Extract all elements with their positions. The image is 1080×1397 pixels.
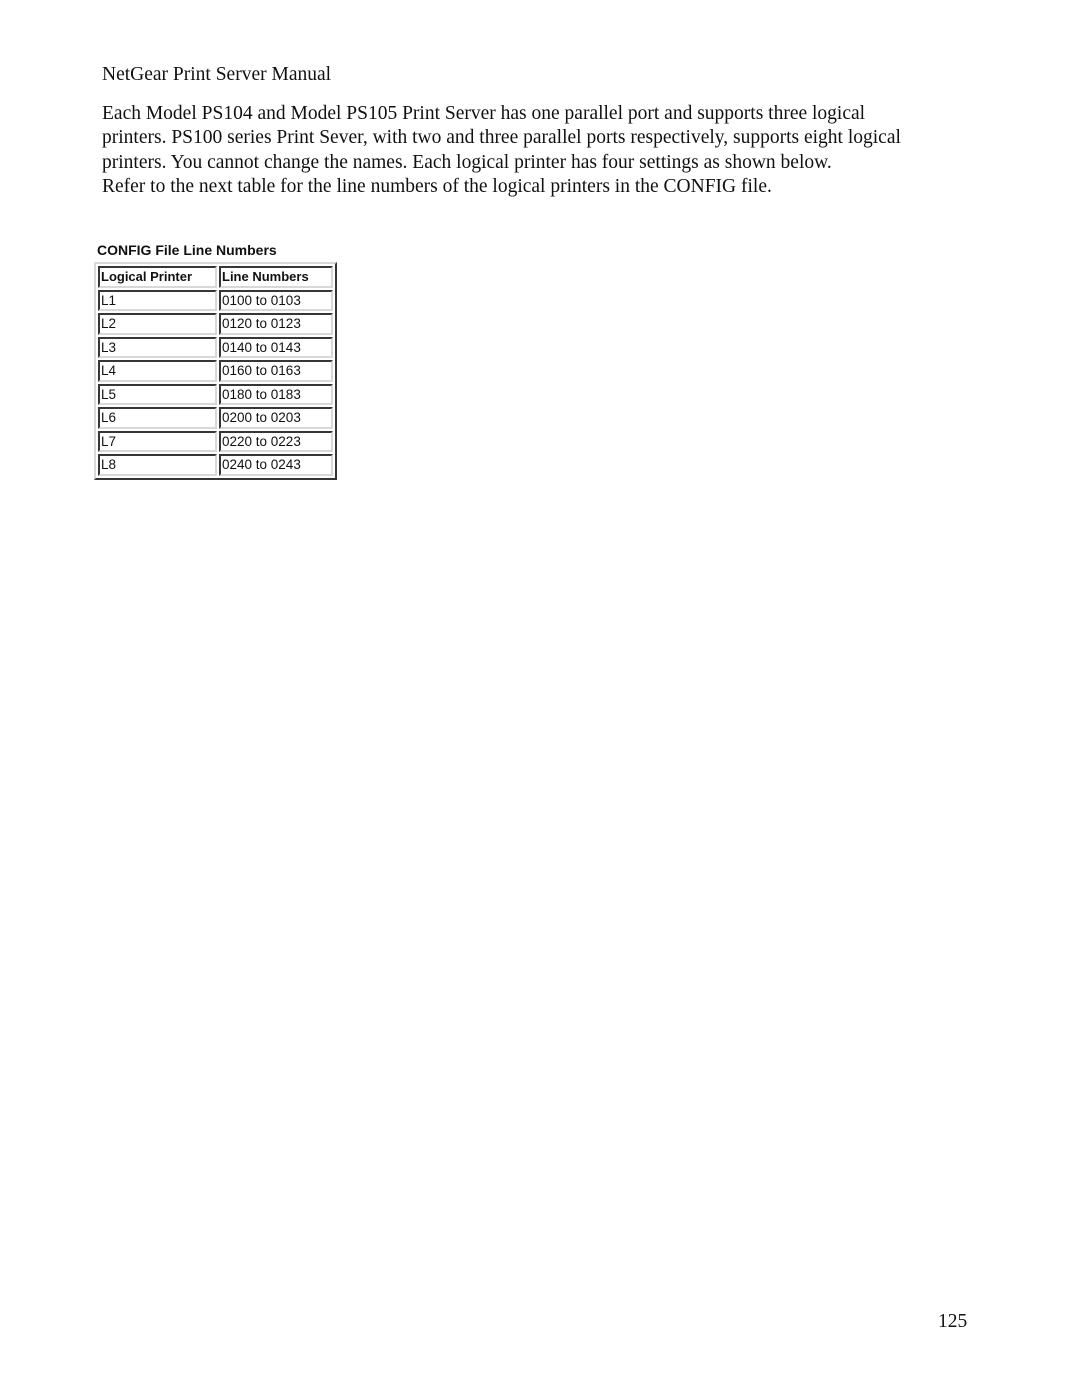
logical-printer-cell: L8 xyxy=(98,454,217,476)
table-header-row: Logical Printer Line Numbers xyxy=(98,266,333,288)
table-row: L4 0160 to 0163 xyxy=(98,360,333,382)
logical-printer-cell: L6 xyxy=(98,407,217,429)
line-numbers-cell: 0240 to 0243 xyxy=(219,454,333,476)
paragraph-line: Each Model PS104 and Model PS105 Print S… xyxy=(102,103,866,124)
line-numbers-cell: 0180 to 0183 xyxy=(219,383,333,405)
table-row: L1 0100 to 0103 xyxy=(98,289,333,311)
paragraph-line: Refer to the next table for the line num… xyxy=(102,175,772,197)
line-numbers-cell: 0100 to 0103 xyxy=(219,289,333,311)
logical-printer-cell: L4 xyxy=(98,360,217,382)
column-header-line-numbers: Line Numbers xyxy=(219,266,333,288)
table-row: L3 0140 to 0143 xyxy=(98,336,333,358)
page-header: NetGear Print Server Manual xyxy=(102,64,332,85)
table-row: L8 0240 to 0243 xyxy=(98,454,333,476)
table-row: L6 0200 to 0203 xyxy=(98,407,333,429)
intro-paragraph: Each Model PS104 and Model PS105 Print S… xyxy=(102,102,1002,199)
line-numbers-cell: 0140 to 0143 xyxy=(219,336,333,358)
line-numbers-cell: 0120 to 0123 xyxy=(219,313,333,335)
line-numbers-cell: 0220 to 0223 xyxy=(219,430,333,452)
logical-printer-cell: L5 xyxy=(98,383,217,405)
line-numbers-cell: 0200 to 0203 xyxy=(219,407,333,429)
column-header-logical-printer: Logical Printer xyxy=(98,266,217,288)
logical-printer-cell: L1 xyxy=(98,289,217,311)
logical-printer-cell: L7 xyxy=(98,430,217,452)
paragraph-line: printers. You cannot change the names. E… xyxy=(102,151,832,173)
logical-printer-cell: L3 xyxy=(98,336,217,358)
config-line-numbers-table: Logical Printer Line Numbers L1 0100 to … xyxy=(94,262,337,480)
table-title: CONFIG File Line Numbers xyxy=(97,242,277,258)
table-row: L5 0180 to 0183 xyxy=(98,383,333,405)
paragraph-line: printers. PS100 series Print Sever, with… xyxy=(102,127,901,149)
table-row: L7 0220 to 0223 xyxy=(98,430,333,452)
page-number: 125 xyxy=(938,1311,968,1332)
logical-printer-cell: L2 xyxy=(98,313,217,335)
line-numbers-cell: 0160 to 0163 xyxy=(219,360,333,382)
table-row: L2 0120 to 0123 xyxy=(98,313,333,335)
